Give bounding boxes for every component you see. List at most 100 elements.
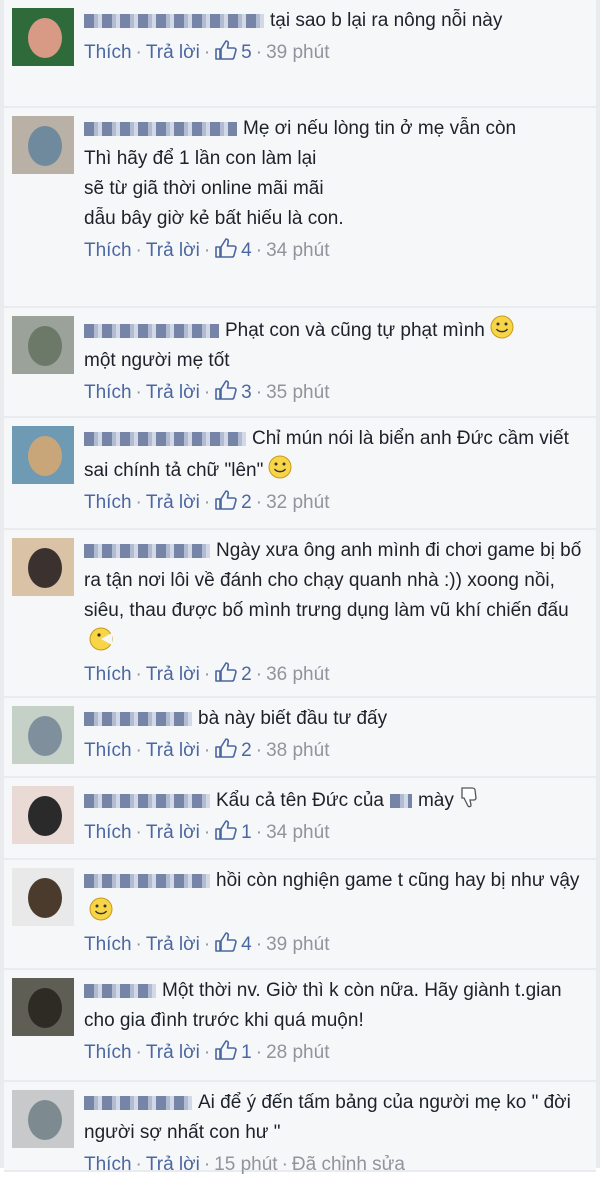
reply-link[interactable]: Trả lời — [146, 240, 200, 261]
avatar[interactable] — [12, 538, 74, 596]
comment-text-tail: mày — [417, 790, 454, 811]
avatar[interactable] — [12, 786, 74, 844]
reply-link[interactable]: Trả lời — [146, 42, 200, 63]
commenter-name-blurred[interactable] — [84, 121, 237, 136]
comment-body: Một thời nv. Giờ thì k còn nữa. Hãy giàn… — [84, 976, 588, 1036]
reply-link[interactable]: Trả lời — [146, 740, 200, 761]
comment-actions: Thích · Trả lời · 2 · 32 phút — [84, 488, 588, 518]
comment-item: Ai để ý đến tấm bảng của người mẹ ko " đ… — [4, 1082, 596, 1175]
comment-text: sẽ từ giã thời online mãi mãi — [84, 178, 324, 199]
like-link[interactable]: Thích — [84, 1154, 132, 1175]
comment-item: Ngày xưa ông anh mình đi chơi game bị bố… — [4, 530, 596, 698]
like-link[interactable]: Thích — [84, 934, 132, 955]
avatar[interactable] — [12, 1090, 74, 1148]
like-count[interactable]: 4 — [241, 240, 252, 261]
grin-icon — [89, 897, 113, 921]
separator: · — [203, 934, 211, 955]
like-count[interactable]: 2 — [241, 664, 252, 685]
like-count-thumb-icon — [215, 738, 237, 758]
commenter-name-blurred[interactable] — [84, 431, 246, 446]
separator: · — [203, 42, 211, 63]
like-count[interactable]: 3 — [241, 382, 252, 403]
avatar[interactable] — [12, 868, 74, 926]
reply-link[interactable]: Trả lời — [146, 1154, 200, 1175]
like-link[interactable]: Thích — [84, 382, 132, 403]
commenter-name-blurred[interactable] — [84, 543, 210, 558]
timestamp[interactable]: 34 phút — [266, 822, 329, 843]
avatar[interactable] — [12, 426, 74, 484]
separator: · — [135, 740, 142, 761]
timestamp[interactable]: 35 phút — [266, 382, 329, 403]
like-count-thumb-icon — [215, 238, 237, 258]
comment-actions: Thích · Trả lời · 1 · 34 phút — [84, 818, 588, 848]
commenter-name-blurred[interactable] — [84, 13, 264, 28]
commenter-name-blurred[interactable] — [84, 1095, 192, 1110]
like-link[interactable]: Thích — [84, 240, 132, 261]
comment-item: tại sao b lại ra nông nỗi này Thích · Trả l… — [4, 0, 596, 108]
comment-body: bà này biết đầu tư đấy — [84, 704, 588, 734]
comment-actions: Thích · Trả lời · 5 · 39 phút — [84, 38, 588, 68]
separator: · — [135, 664, 142, 685]
comment-body: tại sao b lại ra nông nỗi này — [84, 6, 588, 36]
reply-link[interactable]: Trả lời — [146, 664, 200, 685]
comment-item: bà này biết đầu tư đấy Thích · Trả lời · 2 · 38… — [4, 698, 596, 778]
like-link[interactable]: Thích — [84, 492, 132, 513]
timestamp[interactable]: 39 phút — [266, 42, 329, 63]
timestamp[interactable]: 28 phút — [266, 1042, 329, 1063]
edited-label[interactable]: Đã chỉnh sửa — [292, 1154, 405, 1175]
mention-blurred — [389, 793, 412, 808]
like-count[interactable]: 2 — [241, 740, 252, 761]
reply-link[interactable]: Trả lời — [146, 822, 200, 843]
comment-body: Ai để ý đến tấm bảng của người mẹ ko " đ… — [84, 1088, 588, 1148]
like-count-thumb-icon — [215, 380, 237, 400]
like-count[interactable]: 4 — [241, 934, 252, 955]
comment-feed: tại sao b lại ra nông nỗi này Thích · Trả l… — [0, 0, 600, 1175]
comment-actions: Thích · Trả lời · 15 phút · Đã chỉnh sửa — [84, 1150, 588, 1180]
comment-item: Chỉ mún nói là biển anh Đức cầm viết sai… — [4, 418, 596, 530]
like-count-thumb-icon — [215, 1040, 237, 1060]
reply-link[interactable]: Trả lời — [146, 1042, 200, 1063]
avatar[interactable] — [12, 706, 74, 764]
commenter-name-blurred[interactable] — [84, 983, 156, 998]
comment-text: Phạt con và cũng tự phạt mình — [225, 320, 485, 341]
like-link[interactable]: Thích — [84, 664, 132, 685]
separator: · — [203, 664, 211, 685]
timestamp[interactable]: 39 phút — [266, 934, 329, 955]
like-count[interactable]: 2 — [241, 492, 252, 513]
reply-link[interactable]: Trả lời — [146, 492, 200, 513]
comment-actions: Thích · Trả lời · 4 · 34 phút — [84, 236, 588, 266]
avatar[interactable] — [12, 978, 74, 1036]
like-count[interactable]: 1 — [241, 1042, 252, 1063]
commenter-name-blurred[interactable] — [84, 873, 210, 888]
commenter-name-blurred[interactable] — [84, 323, 219, 338]
reply-link[interactable]: Trả lời — [146, 382, 200, 403]
like-count[interactable]: 5 — [241, 42, 252, 63]
timestamp[interactable]: 32 phút — [266, 492, 329, 513]
like-count-thumb-icon — [215, 820, 237, 840]
separator: · — [135, 1154, 142, 1175]
timestamp[interactable]: 38 phút — [266, 740, 329, 761]
like-link[interactable]: Thích — [84, 42, 132, 63]
reply-link[interactable]: Trả lời — [146, 934, 200, 955]
like-link[interactable]: Thích — [84, 740, 132, 761]
comment-actions: Thích · Trả lời · 2 · 36 phút — [84, 660, 588, 690]
comment-text-second: một người mẹ tốt — [84, 350, 230, 371]
avatar[interactable] — [12, 316, 74, 374]
timestamp[interactable]: 15 phút — [214, 1154, 277, 1175]
separator: · — [203, 382, 211, 403]
commenter-name-blurred[interactable] — [84, 793, 210, 808]
separator: · — [255, 1042, 263, 1063]
commenter-name-blurred[interactable] — [84, 711, 192, 726]
avatar[interactable] — [12, 116, 74, 174]
avatar[interactable] — [12, 8, 74, 66]
like-count-thumb-icon — [215, 40, 237, 60]
like-link[interactable]: Thích — [84, 1042, 132, 1063]
timestamp[interactable]: 34 phút — [266, 240, 329, 261]
comment-body: Ngày xưa ông anh mình đi chơi game bị bố… — [84, 536, 588, 658]
like-count[interactable]: 1 — [241, 822, 252, 843]
comment-text: tại sao b lại ra nông nỗi này — [270, 10, 503, 31]
timestamp[interactable]: 36 phút — [266, 664, 329, 685]
separator: · — [203, 1042, 211, 1063]
like-link[interactable]: Thích — [84, 822, 132, 843]
smile-icon — [490, 315, 514, 339]
